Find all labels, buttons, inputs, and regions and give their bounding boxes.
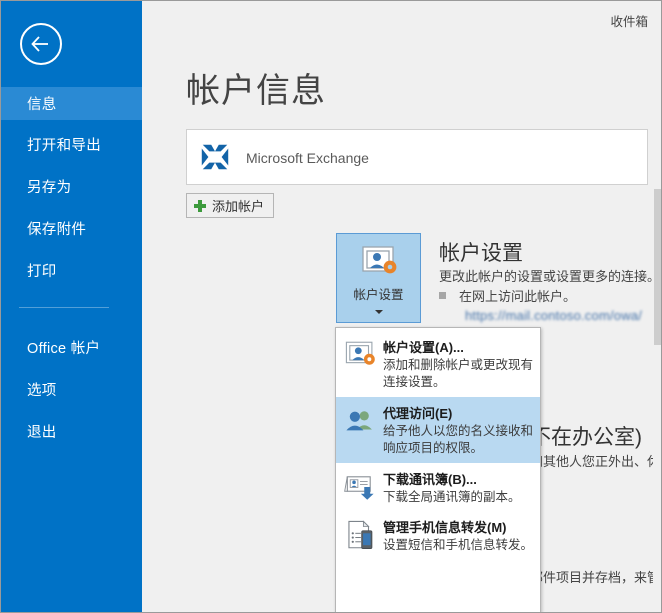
mobile-forward-icon <box>348 520 373 550</box>
account-type: Microsoft Exchange <box>246 149 369 166</box>
menu-item-text: 代理访问(E) 给予他人以您的名义接收和响应项目的权限。 <box>383 403 534 457</box>
menu-item-account-settings[interactable]: 帐户设置(A)... 添加和删除帐户或更改现有连接设置。 <box>336 331 540 397</box>
account-web-url-link[interactable]: https://mail.contoso.com/owa/ <box>465 308 642 323</box>
menu-item-title: 代理访问(E) <box>383 405 453 421</box>
sidebar-item-label: 信息 <box>27 97 57 113</box>
account-settings-subtitle: 更改此帐户的设置或设置更多的连接。 <box>439 269 661 284</box>
sidebar-item-label: 打印 <box>27 264 57 280</box>
add-account-label: 添加帐户 <box>212 199 265 214</box>
download-address-book-icon <box>344 475 374 500</box>
back-arrow-icon <box>22 25 60 63</box>
account-web-access-row: 在网上访问此帐户。 <box>439 286 576 305</box>
menu-item-text: 下载通讯簿(B)... 下载全局通讯簿的副本。 <box>383 469 534 506</box>
sidebar-item-label: 保存附件 <box>27 222 87 238</box>
account-settings-icon <box>361 246 396 274</box>
inbox-label: 收件箱 <box>610 15 648 29</box>
menu-item-desc: 下载全局通讯簿的副本。 <box>383 489 521 504</box>
account-settings-dropdown-menu: 帐户设置(A)... 添加和删除帐户或更改现有连接设置。 代理访问(E) 给予他… <box>335 327 541 612</box>
menu-item-title: 帐户设置(A)... <box>383 340 464 355</box>
content-scrollbar-thumb[interactable] <box>654 189 661 345</box>
plus-icon <box>194 199 206 212</box>
menu-item-download-address-book[interactable]: 下载通讯簿(B)... 下载全局通讯簿的副本。 <box>336 463 540 512</box>
sidebar-item-save-attachments[interactable]: 保存附件 <box>1 212 142 245</box>
account-web-access-text: 在网上访问此帐户。 <box>459 289 577 304</box>
menu-item-text: 帐户设置(A)... 添加和删除帐户或更改现有连接设置。 <box>383 337 534 391</box>
tile-label: 帐户设置 <box>353 288 404 302</box>
account-settings-heading: 帐户设置 <box>439 242 523 265</box>
outlook-backstage-window: 信息 打开和导出 另存为 保存附件 打印 Office 帐户 选项 退出 收件箱… <box>0 0 662 613</box>
account-settings-icon <box>345 341 375 365</box>
menu-item-text: 管理手机信息转发(M) 设置短信和手机信息转发。 <box>383 517 534 554</box>
menu-item-desc: 添加和删除帐户或更改现有连接设置。 <box>383 358 534 389</box>
account-text: Microsoft Exchange <box>246 147 369 168</box>
menu-item-delegate-access[interactable]: 代理访问(E) 给予他人以您的名义接收和响应项目的权限。 <box>336 396 540 463</box>
sidebar-item-info[interactable]: 信息 <box>1 87 142 120</box>
sidebar-item-label: 打开和导出 <box>27 138 101 154</box>
sidebar-item-label: 另存为 <box>27 180 72 196</box>
chevron-down-icon[interactable] <box>374 310 383 314</box>
exchange-icon <box>201 144 229 170</box>
backstage-content: 收件箱 帐户信息 Microsoft Exchange 添加帐户 知其他人您正外… <box>143 1 661 612</box>
menu-item-title: 下载通讯簿(B)... <box>383 471 477 487</box>
delegate-access-icon <box>346 411 372 431</box>
sidebar-item-label: 选项 <box>27 383 57 399</box>
menu-item-desc: 设置短信和手机信息转发。 <box>383 538 534 553</box>
sidebar-item-open-export[interactable]: 打开和导出 <box>1 128 142 161</box>
sidebar-item-office-account[interactable]: Office 帐户 <box>1 331 142 364</box>
account-summary-box[interactable]: Microsoft Exchange <box>186 129 648 185</box>
menu-item-title: 管理手机信息转发(M) <box>383 520 507 536</box>
backstage-sidebar: 信息 打开和导出 另存为 保存附件 打印 Office 帐户 选项 退出 <box>1 1 142 612</box>
back-button[interactable] <box>20 23 62 65</box>
menu-item-desc: 给予他人以您的名义接收和响应项目的权限。 <box>383 423 534 455</box>
menu-item-manage-mobile-notifications[interactable]: 管理手机信息转发(M) 设置短信和手机信息转发。 <box>336 511 540 560</box>
content-scrollbar-track[interactable] <box>653 1 661 612</box>
sidebar-item-label: Office 帐户 <box>27 341 101 357</box>
account-settings-tile[interactable]: 帐户设置 <box>336 233 421 323</box>
add-account-button[interactable]: 添加帐户 <box>186 193 275 218</box>
sidebar-divider <box>19 307 109 308</box>
sidebar-item-options[interactable]: 选项 <box>1 373 142 406</box>
page-title: 帐户信息 <box>186 72 326 110</box>
sidebar-item-exit[interactable]: 退出 <box>1 415 142 448</box>
sidebar-item-label: 退出 <box>27 425 57 441</box>
sidebar-item-print[interactable]: 打印 <box>1 254 142 287</box>
sidebar-item-save-as[interactable]: 另存为 <box>1 170 142 203</box>
square-bullet-icon <box>439 292 446 299</box>
